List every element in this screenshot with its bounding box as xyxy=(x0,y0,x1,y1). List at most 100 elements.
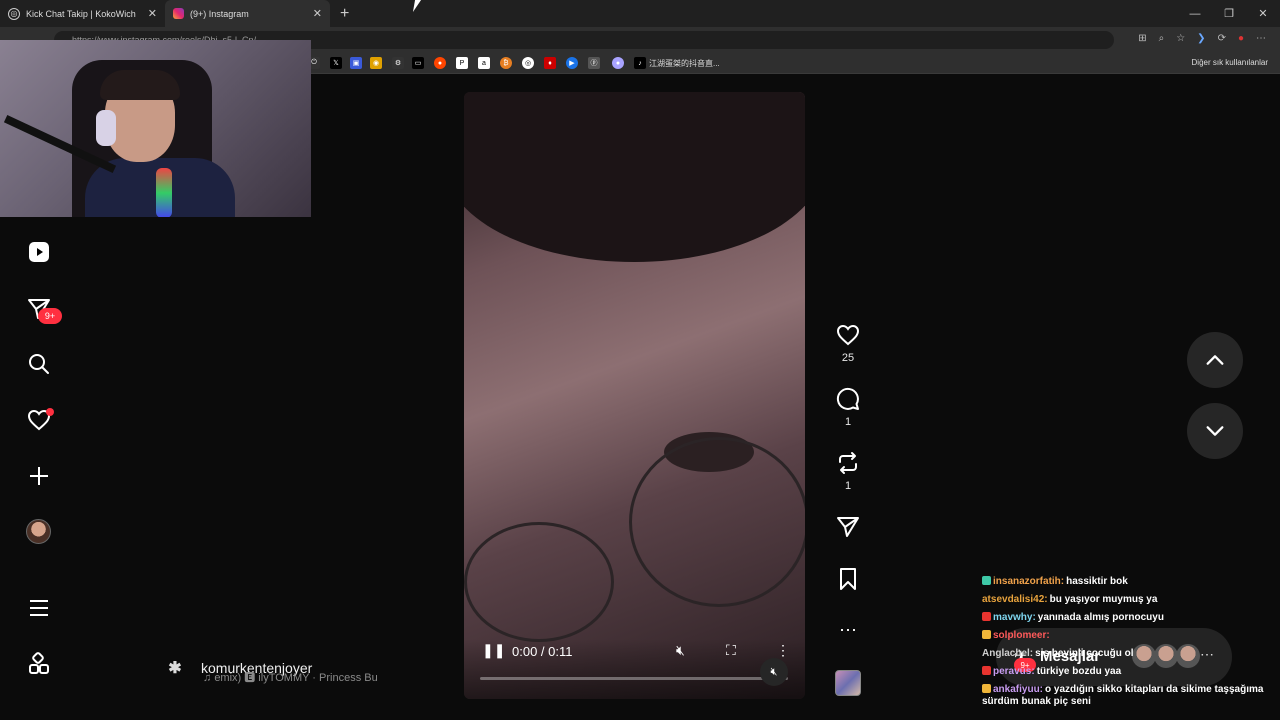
chevron-down-icon xyxy=(1206,426,1224,436)
video-hair xyxy=(464,92,805,262)
chat-text: türkiye bozdu yaa xyxy=(1036,666,1122,677)
chat-message: atsevdalisi42: bu yaşıyor muymuş ya xyxy=(982,594,1278,606)
chevron-up-icon xyxy=(1206,355,1224,365)
chat-message: ankafiyuu: o yazdığın sikko kitapları da … xyxy=(982,684,1278,708)
pause-icon[interactable]: ❚❚ xyxy=(482,642,505,659)
chat-badge-icon xyxy=(982,666,991,675)
tiktok-icon[interactable]: ♪ xyxy=(634,57,646,69)
repost-count: 1 xyxy=(844,480,852,492)
chat-text: bu yaşıyor muymuş ya xyxy=(1049,594,1158,605)
comment-count: 1 xyxy=(844,416,852,428)
bookmark-icon[interactable]: ⚙ xyxy=(392,57,404,69)
share-action[interactable] xyxy=(835,515,861,539)
read-aloud-icon[interactable]: ❯ xyxy=(1197,33,1205,44)
close-window-icon[interactable]: ✕ xyxy=(1246,0,1280,27)
audio-track[interactable]: ♫ emix) 🅴 ilyTOMMY · Princess Bu xyxy=(203,669,403,685)
chat-message: Anglachel: sis beyinli çocuğu ol xyxy=(982,648,1278,660)
tab-kick-chat[interactable]: ◎ Kick Chat Takip | KokoWich ✕ xyxy=(0,0,165,27)
address-bar-icons: ⊞ ⌕ ☆ ❯ ⟳ ● ⋯ xyxy=(1138,33,1266,44)
reddit-icon[interactable]: ● xyxy=(434,57,446,69)
bookmark-icon[interactable]: ● xyxy=(612,57,624,69)
tab-instagram[interactable]: (9+) Instagram ✕ xyxy=(165,0,330,27)
minimize-icon[interactable]: — xyxy=(1178,0,1212,27)
chat-username: Anglachel: xyxy=(982,648,1034,659)
notification-dot xyxy=(46,408,54,416)
messages-badge: 9+ xyxy=(38,308,62,324)
bookmark-icon[interactable]: ▣ xyxy=(350,57,362,69)
chat-username: mavwhy: xyxy=(993,612,1036,623)
video-time: 0:00 / 0:11 xyxy=(512,644,573,659)
restore-icon[interactable]: ❐ xyxy=(1212,0,1246,27)
apps-grid-icon[interactable] xyxy=(26,651,52,677)
bookmark-icon[interactable]: P xyxy=(456,57,468,69)
like-count: 25 xyxy=(841,352,855,364)
create-icon[interactable] xyxy=(26,463,52,489)
video-progress[interactable] xyxy=(480,677,788,680)
chat-message: solplomeer: xyxy=(982,630,1278,642)
save-action[interactable] xyxy=(835,567,861,591)
search-icon[interactable] xyxy=(26,351,52,377)
mute-icon[interactable]: 🔇︎ xyxy=(676,642,685,659)
favorite-star-icon[interactable]: ☆ xyxy=(1176,33,1185,44)
window-controls: — ❐ ✕ xyxy=(1178,0,1280,27)
chat-username: ankafiyuu: xyxy=(993,684,1044,695)
browser-tab-bar: ◎ Kick Chat Takip | KokoWich ✕ (9+) Inst… xyxy=(0,0,1280,27)
apps-icon[interactable]: ⊞ xyxy=(1138,33,1146,44)
menu-icon[interactable] xyxy=(26,595,52,621)
chat-username: peravus: xyxy=(993,666,1035,677)
share-icon xyxy=(837,517,859,537)
next-reel-button[interactable] xyxy=(1187,403,1243,459)
author-avatar[interactable]: ✱ xyxy=(163,656,187,680)
browser-menu-icon[interactable]: ⋯ xyxy=(1256,33,1266,44)
chat-badge-icon xyxy=(982,576,991,585)
fullscreen-icon[interactable]: ⛶ xyxy=(726,642,736,659)
extensions-icon[interactable]: ⟳ xyxy=(1218,33,1226,44)
other-bookmarks[interactable]: Diğer sık kullanılanlar xyxy=(1192,58,1268,67)
close-tab-icon[interactable]: ✕ xyxy=(148,7,157,20)
tab-label: (9+) Instagram xyxy=(190,8,249,19)
webcam-headphones xyxy=(96,110,116,146)
more-options-icon[interactable]: ⋯ xyxy=(835,620,861,641)
webcam-microphone xyxy=(156,168,172,217)
audio-thumbnail[interactable] xyxy=(835,670,861,696)
bookmark-icon[interactable]: ◎ xyxy=(522,57,534,69)
chat-username: insanazorfatih: xyxy=(993,576,1065,587)
bookmark-icon[interactable]: ▶ xyxy=(566,57,578,69)
chat-badge-icon xyxy=(982,684,991,693)
bookmark-icon[interactable]: ▭ xyxy=(412,57,424,69)
chat-username: solplomeer: xyxy=(993,630,1050,641)
profile-avatar[interactable] xyxy=(26,519,51,544)
close-tab-icon[interactable]: ✕ xyxy=(313,7,322,20)
amazon-icon[interactable]: a xyxy=(478,57,490,69)
audio-track-label: emix) 🅴 ilyTOMMY · Princess Bu xyxy=(214,672,378,684)
chat-message: peravus: türkiye bozdu yaa xyxy=(982,666,1278,678)
chat-username: atsevdalisi42: xyxy=(982,594,1048,605)
comment-action[interactable]: 1 xyxy=(835,387,861,428)
profile-icon[interactable]: ● xyxy=(1238,33,1244,44)
bookmark-icon[interactable]: ⓟ xyxy=(588,57,600,69)
zoom-icon[interactable]: ⌕ xyxy=(1159,33,1165,44)
chat-message: mavwhy: yanınada almış pornocuyu xyxy=(982,612,1278,624)
repost-icon xyxy=(839,452,857,474)
video-more-icon[interactable]: ⋮ xyxy=(776,642,790,659)
reel-video[interactable]: ❚❚ 0:00 / 0:11 🔇︎ ⛶ ⋮ 🔇︎ xyxy=(464,92,805,699)
stream-chat-overlay: insanazorfatih: hassiktir bok atsevdalisi4… xyxy=(982,576,1278,714)
new-tab-button[interactable]: + xyxy=(330,0,359,27)
chat-message: insanazorfatih: hassiktir bok xyxy=(982,576,1278,588)
x-icon[interactable]: 𝕏 xyxy=(330,57,342,69)
chat-text: sis beyinli çocuğu ol xyxy=(1035,648,1134,659)
chat-badge-icon xyxy=(982,630,991,639)
reels-icon[interactable] xyxy=(26,239,52,265)
repost-action[interactable]: 1 xyxy=(835,451,861,492)
tab-label: Kick Chat Takip | KokoWich xyxy=(26,8,136,19)
like-action[interactable]: 25 xyxy=(835,323,861,364)
bookmark-icon[interactable]: ₿ xyxy=(500,57,512,69)
comment-icon xyxy=(836,387,859,410)
bookmark-icon[interactable]: ◉ xyxy=(370,57,382,69)
video-glasses-right xyxy=(629,437,805,607)
bookmark-icon[interactable]: ♦ xyxy=(544,57,556,69)
previous-reel-button[interactable] xyxy=(1187,332,1243,388)
bookmark-tiktok-label[interactable]: 江湖蛋桀的抖音直... xyxy=(649,58,720,69)
audio-muted-icon[interactable]: 🔇︎ xyxy=(760,658,788,686)
bookmark-save-icon xyxy=(840,568,856,590)
